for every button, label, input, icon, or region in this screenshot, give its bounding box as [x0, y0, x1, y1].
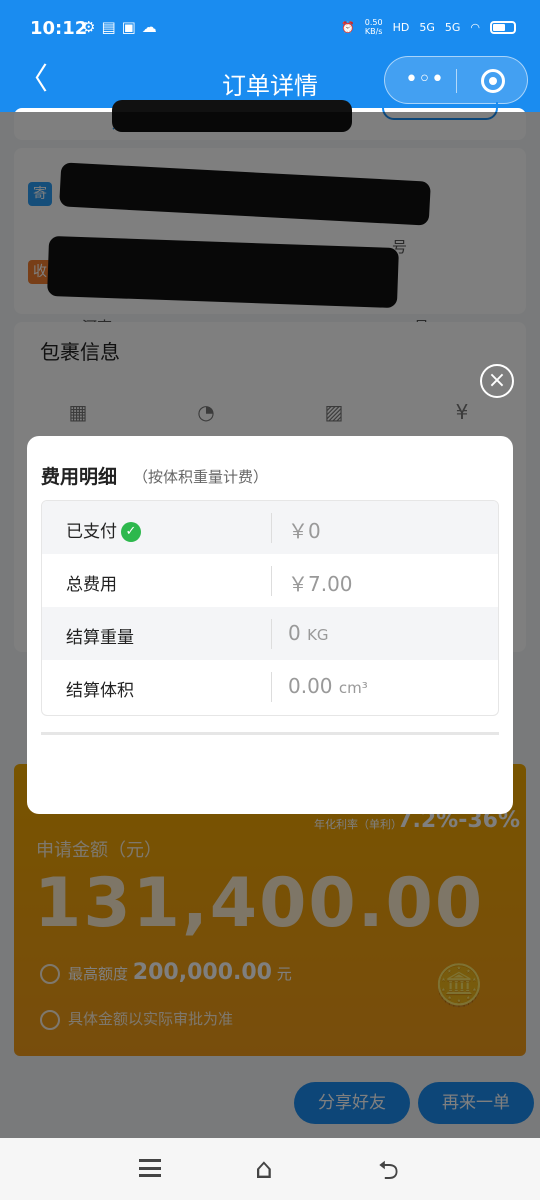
app-header: 10:12 ⚙▤▣☁ ⏰ 0.50 KB/s HD 5G 5G ◠ 〈 订单详情 …: [0, 0, 540, 112]
status-right-icons: ⏰ 0.50 KB/s HD 5G 5G ◠: [341, 18, 516, 36]
target-icon[interactable]: [481, 69, 505, 93]
row-value: ￥7.00: [288, 572, 353, 596]
paid-check-icon: ✓: [121, 522, 141, 542]
wifi-icon: ◠: [470, 20, 480, 34]
modal-title: 费用明细: [41, 466, 118, 488]
table-row: 已支付 ✓ ￥0: [42, 501, 498, 554]
menu-icon[interactable]: [139, 1159, 161, 1177]
cell-divider: [271, 672, 272, 702]
miniprogram-capsule: •◦•: [384, 56, 528, 104]
row-value: ￥0: [288, 519, 321, 543]
row-label: 结算重量: [66, 628, 134, 648]
row-label: 已支付 ✓: [66, 517, 141, 542]
cell-divider: [271, 566, 272, 596]
alarm-icon: ⏰: [341, 20, 355, 34]
home-icon[interactable]: ⌂: [255, 1152, 273, 1185]
row-label: 总费用: [66, 575, 117, 595]
status-time: 10:12: [30, 18, 88, 39]
fee-table: 已支付 ✓ ￥0 总费用 ￥7.00 结算重量 0 KG 结算体积 0.00 cm…: [41, 500, 499, 716]
battery-icon: [490, 20, 516, 34]
close-icon[interactable]: ×: [480, 364, 514, 398]
modal-subtitle: （按体积重量计费）: [133, 468, 269, 486]
cell-divider: [271, 513, 272, 543]
net-speed: 0.50 KB/s: [364, 18, 383, 36]
hd-icon: HD: [392, 20, 410, 34]
row-value: 0.00 cm³: [288, 674, 368, 698]
row-label: 结算体积: [66, 681, 134, 701]
cell-divider: [271, 619, 272, 649]
fee-detail-modal: 费用明细 （按体积重量计费） 已支付 ✓ ￥0 总费用 ￥7.00 结算重量 0 …: [27, 436, 513, 814]
table-row: 结算重量 0 KG: [42, 607, 498, 660]
row-value: 0 KG: [288, 621, 329, 645]
more-dots-icon[interactable]: •◦•: [405, 67, 444, 92]
back-nav-icon[interactable]: ⮌: [378, 1152, 399, 1196]
notification-icons: ⚙▤▣☁: [82, 18, 163, 36]
table-row: 总费用 ￥7.00: [42, 554, 498, 607]
table-row: 结算体积 0.00 cm³: [42, 660, 498, 713]
signal-2: 5G: [444, 20, 461, 34]
signal-1: 5G: [419, 20, 435, 34]
capsule-divider: [456, 69, 457, 93]
modal-divider: [41, 732, 499, 735]
status-bar: 10:12 ⚙▤▣☁ ⏰ 0.50 KB/s HD 5G 5G ◠: [0, 0, 540, 58]
system-nav-bar: ⌂ ⮌: [0, 1138, 540, 1200]
